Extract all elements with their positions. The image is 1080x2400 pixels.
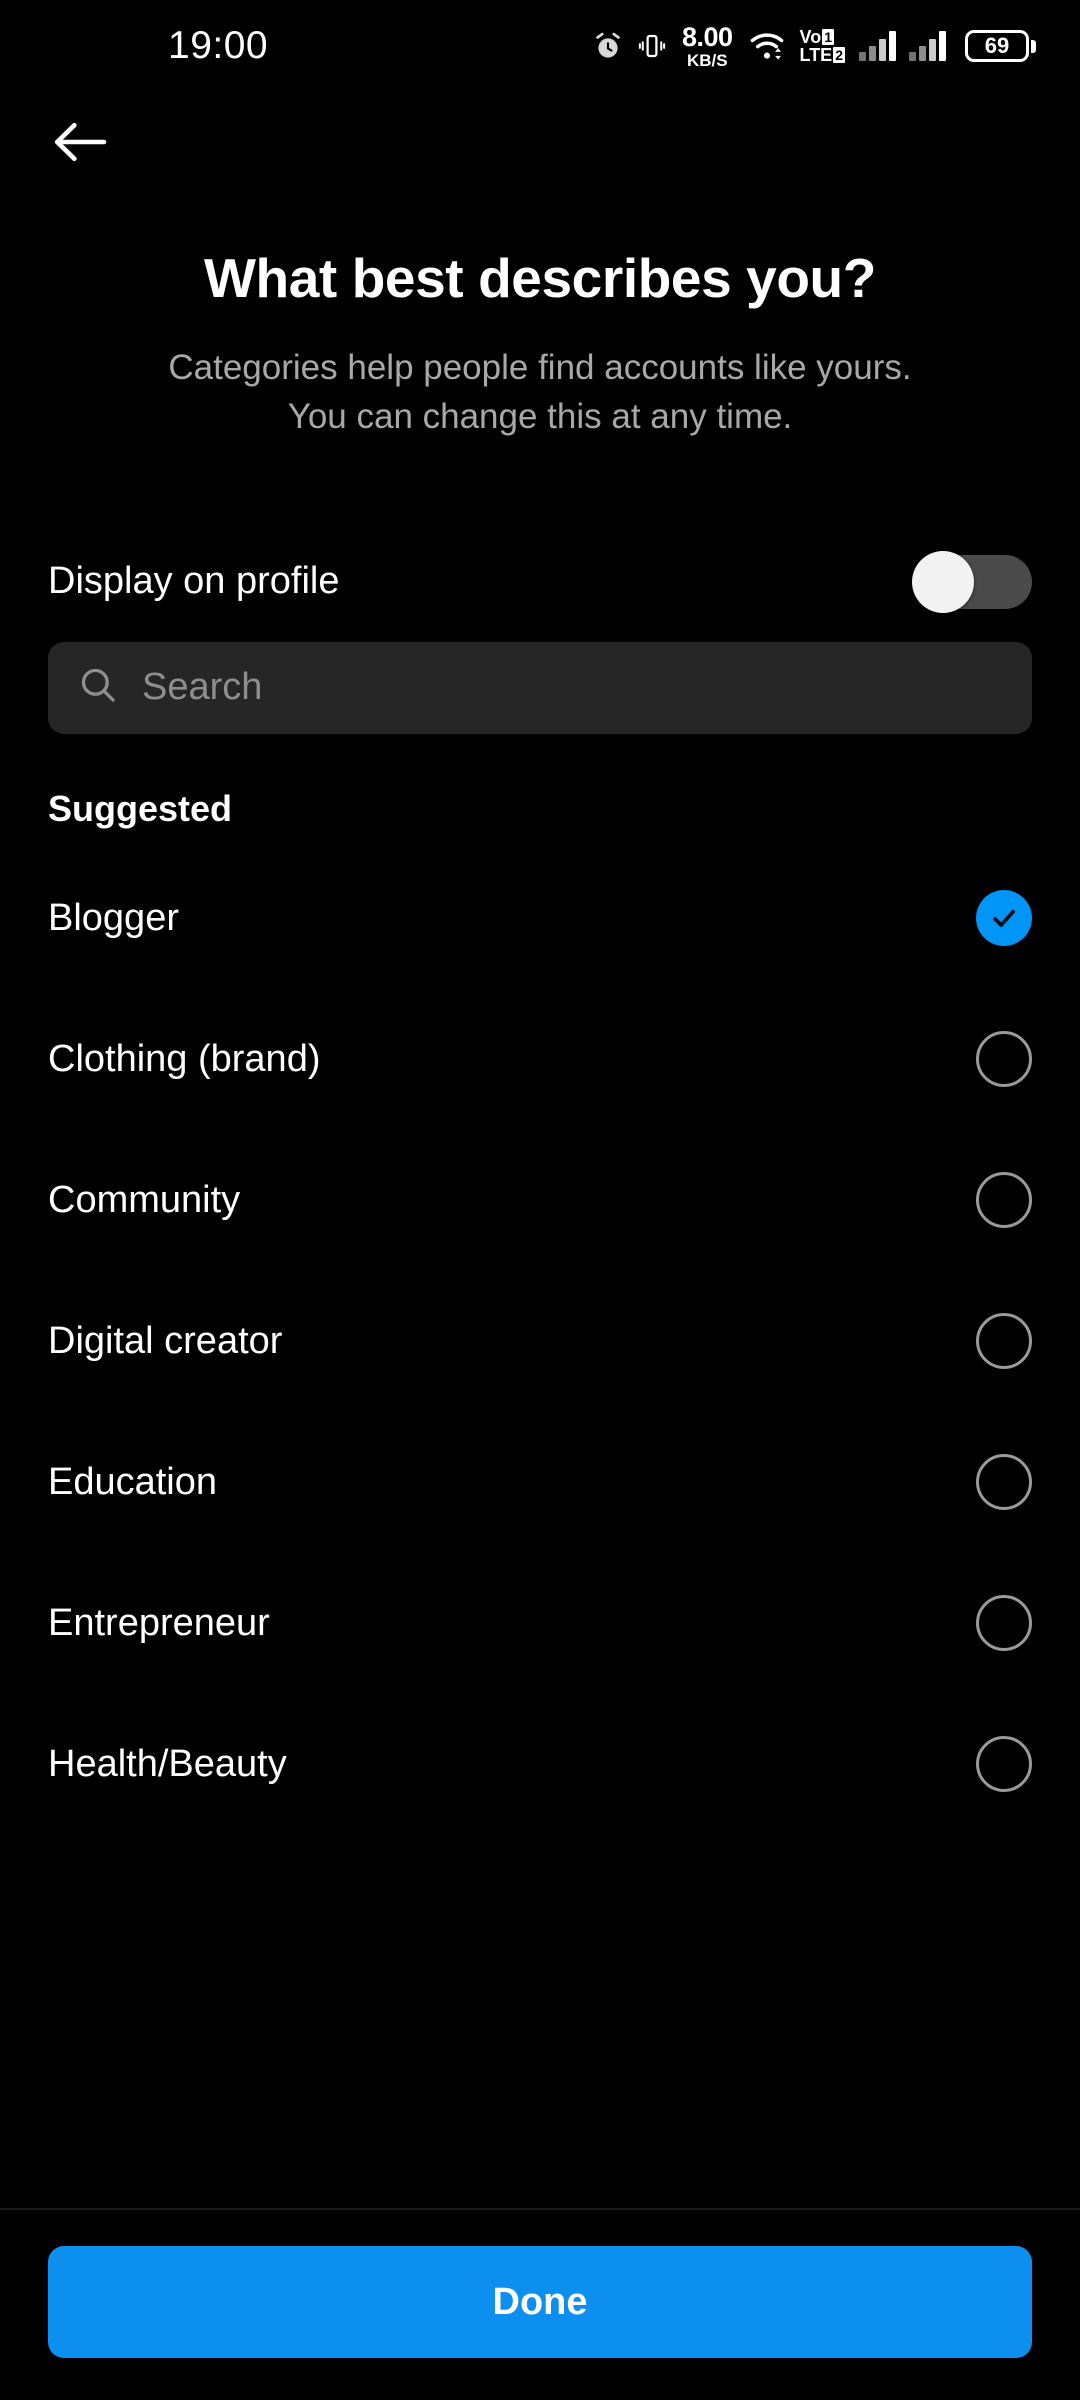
list-item-label: Blogger	[48, 896, 179, 939]
search-box[interactable]: Search	[48, 641, 1032, 734]
display-on-profile-row[interactable]: Display on profile	[0, 534, 1080, 630]
back-arrow-icon	[49, 118, 111, 171]
page-header: What best describes you? Categories help…	[0, 196, 1080, 442]
alarm-clock-icon	[592, 30, 624, 62]
volte-label-bottom: LTE	[799, 45, 833, 65]
status-bar-clock: 19:00	[168, 24, 269, 67]
navigation-bar	[0, 92, 1080, 196]
back-button[interactable]	[44, 108, 116, 180]
search-section: Search	[0, 630, 1080, 734]
list-item[interactable]: Clothing (brand)	[48, 989, 1032, 1130]
radio-selected-icon[interactable]	[976, 890, 1032, 947]
done-button[interactable]: Done	[48, 2246, 1032, 2358]
list-item[interactable]: Community	[48, 1130, 1032, 1271]
toggle-knob	[912, 550, 974, 613]
volte-sim2-badge: 2	[833, 47, 845, 63]
app-screen: 19:00 8.00 KB/S Vo 1 LTE 2 69 What best …	[0, 0, 1080, 2400]
list-item-label: Digital creator	[48, 1319, 283, 1362]
radio-unselected-icon[interactable]	[976, 1031, 1032, 1088]
list-item-label: Community	[48, 1178, 241, 1221]
display-on-profile-toggle[interactable]	[912, 550, 1032, 613]
network-speed-indicator: 8.00 KB/S	[681, 21, 733, 70]
battery-icon: 69	[965, 30, 1036, 62]
battery-level-text: 69	[984, 33, 1010, 58]
page-title: What best describes you?	[204, 247, 876, 309]
search-icon	[78, 665, 118, 710]
radio-unselected-icon[interactable]	[976, 1313, 1032, 1370]
category-list: Blogger Clothing (brand) Community Digital …	[0, 848, 1080, 1835]
suggested-section-title: Suggested	[48, 787, 233, 829]
radio-unselected-icon[interactable]	[976, 1454, 1032, 1511]
volte-label-top: Vo	[799, 27, 822, 47]
list-item-label: Education	[48, 1460, 218, 1503]
check-icon	[993, 910, 1015, 928]
radio-unselected-icon[interactable]	[976, 1172, 1032, 1229]
list-item-label: Entrepreneur	[48, 1601, 270, 1644]
list-item[interactable]: Blogger	[48, 848, 1032, 989]
search-input[interactable]: Search	[142, 666, 262, 709]
status-bar: 19:00 8.00 KB/S Vo 1 LTE 2 69	[0, 0, 1080, 92]
list-item-label: Health/Beauty	[48, 1742, 287, 1785]
footer-bar: Done	[0, 2208, 1080, 2400]
page-subtitle-line-2: You can change this at any time.	[287, 397, 793, 437]
signal-bars-sim2-icon	[909, 31, 946, 61]
vibrate-icon	[637, 30, 667, 62]
wifi-icon	[748, 30, 786, 62]
network-speed-unit: KB/S	[686, 50, 728, 70]
signal-bars-sim1-icon	[859, 31, 896, 61]
list-item[interactable]: Education	[48, 1412, 1032, 1553]
display-on-profile-label: Display on profile	[48, 560, 340, 603]
list-item-label: Clothing (brand)	[48, 1037, 321, 1080]
radio-unselected-icon[interactable]	[976, 1595, 1032, 1652]
list-item[interactable]: Digital creator	[48, 1271, 1032, 1412]
list-item[interactable]: Entrepreneur	[48, 1553, 1032, 1694]
volte-icon: Vo 1 LTE 2	[800, 28, 845, 64]
status-bar-left: 19:00	[0, 24, 268, 68]
volte-sim1-badge: 1	[822, 29, 834, 45]
page-subtitle-line-1: Categories help people find accounts lik…	[168, 347, 912, 387]
status-bar-right: 8.00 KB/S Vo 1 LTE 2 69	[592, 21, 1036, 70]
page-subtitle: Categories help people find accounts lik…	[46, 343, 1034, 442]
network-speed-value: 8.00	[681, 21, 733, 52]
list-item[interactable]: Health/Beauty	[48, 1694, 1032, 1835]
radio-unselected-icon[interactable]	[976, 1736, 1032, 1793]
